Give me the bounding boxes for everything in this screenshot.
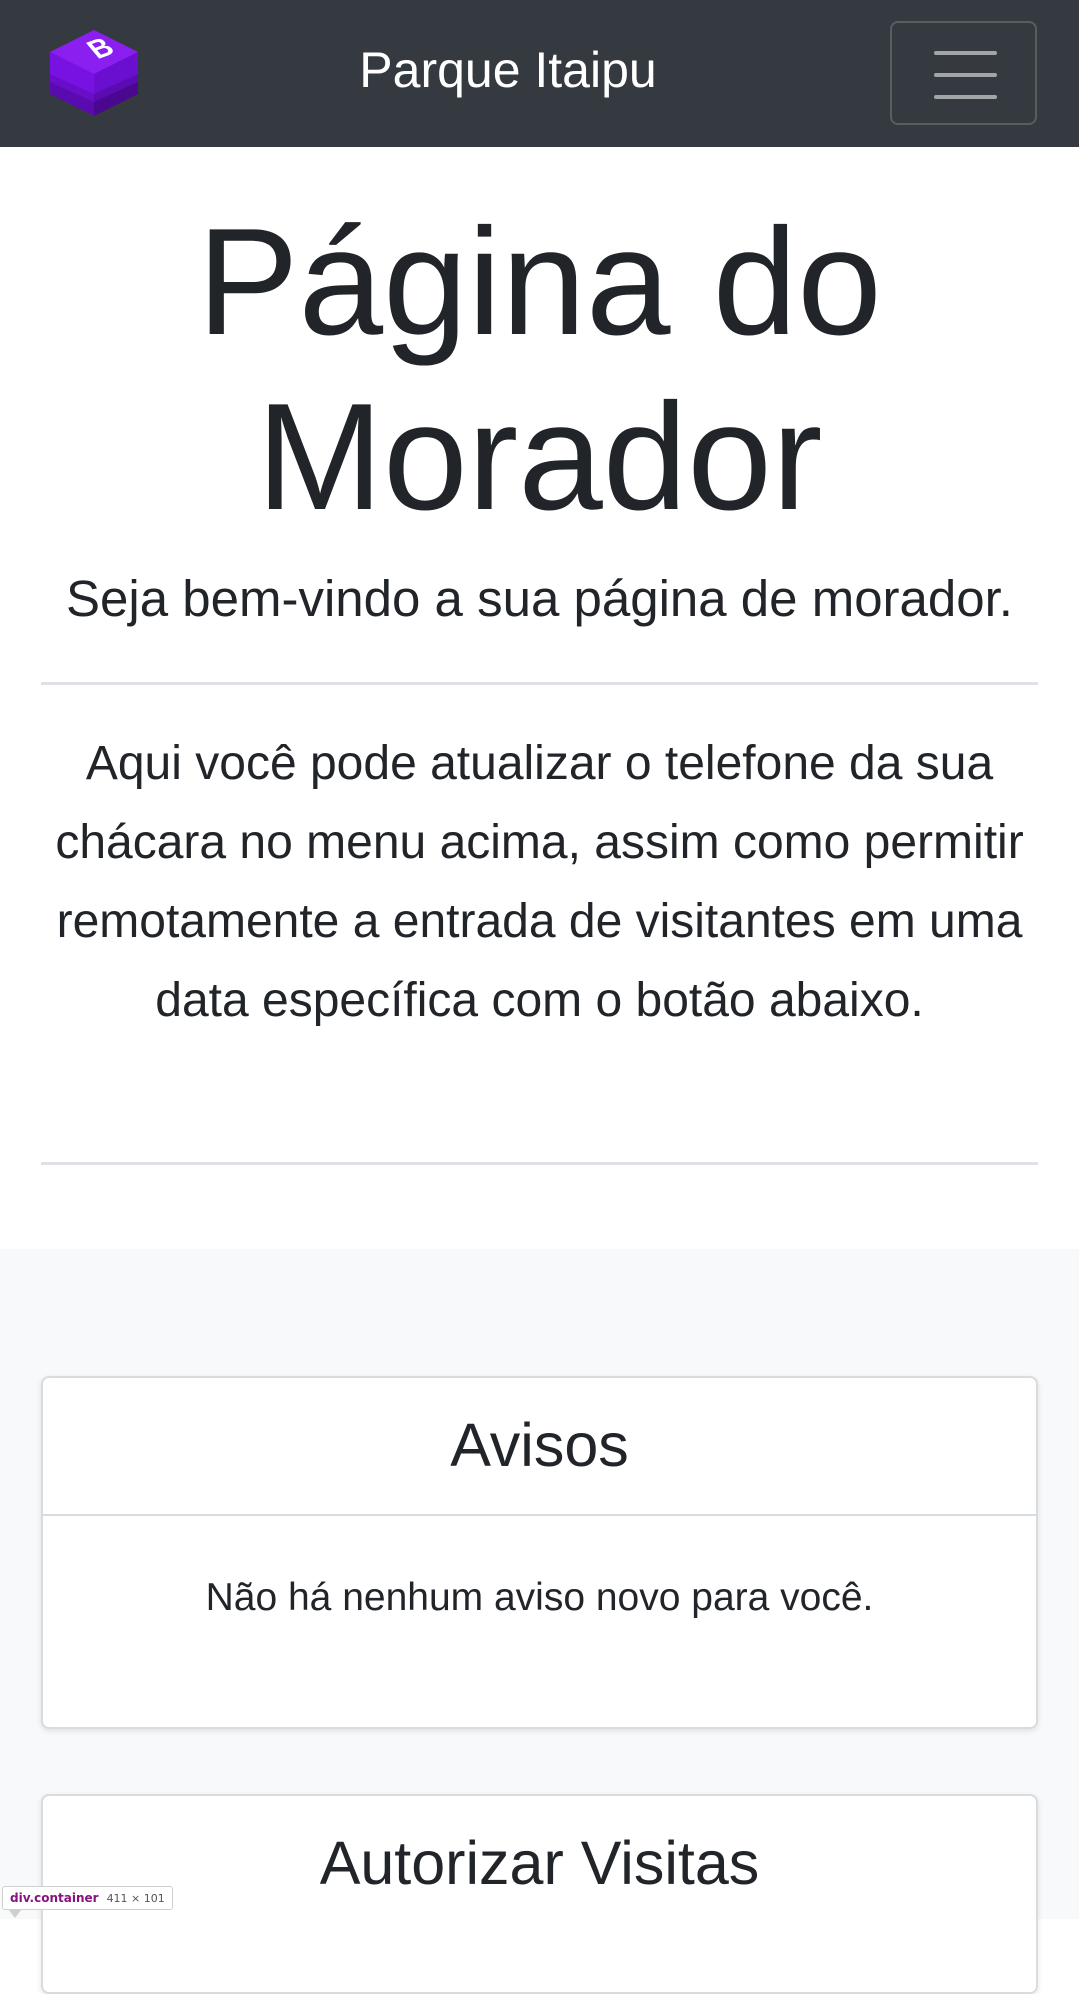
tooltip-arrow xyxy=(8,1909,22,1918)
avisos-card-body: Não há nenhum aviso novo para você. xyxy=(205,1576,874,1619)
hamburger-menu-icon-bar xyxy=(934,73,997,77)
navbar-toggler-button[interactable] xyxy=(890,21,1037,125)
divider xyxy=(41,682,1038,685)
hamburger-menu-icon xyxy=(934,51,997,55)
autorizar-visitas-card-header: Autorizar Visitas xyxy=(319,1829,760,1897)
divider xyxy=(41,1162,1038,1165)
tooltip-dimensions: 411 × 101 xyxy=(106,1892,165,1905)
devtools-element-tooltip: div.container 411 × 101 xyxy=(2,1886,173,1910)
autorizar-visitas-card: Autorizar Visitas xyxy=(41,1794,1038,1994)
avisos-card: Avisos Não há nenhum aviso novo para voc… xyxy=(41,1376,1038,1729)
avisos-card-header: Avisos xyxy=(43,1378,1036,1516)
welcome-lead: Seja bem-vindo a sua página de morador. xyxy=(66,570,1013,627)
page-title: Página do Morador xyxy=(197,197,882,542)
hamburger-menu-icon-bar xyxy=(934,95,997,99)
brand-title[interactable]: Parque Itaipu xyxy=(0,40,1016,100)
intro-text: Aqui você pode atualizar o telefone da s… xyxy=(55,737,1024,1027)
tooltip-element-name: div.container xyxy=(10,1891,99,1905)
navbar: B Parque Itaipu xyxy=(0,0,1079,147)
